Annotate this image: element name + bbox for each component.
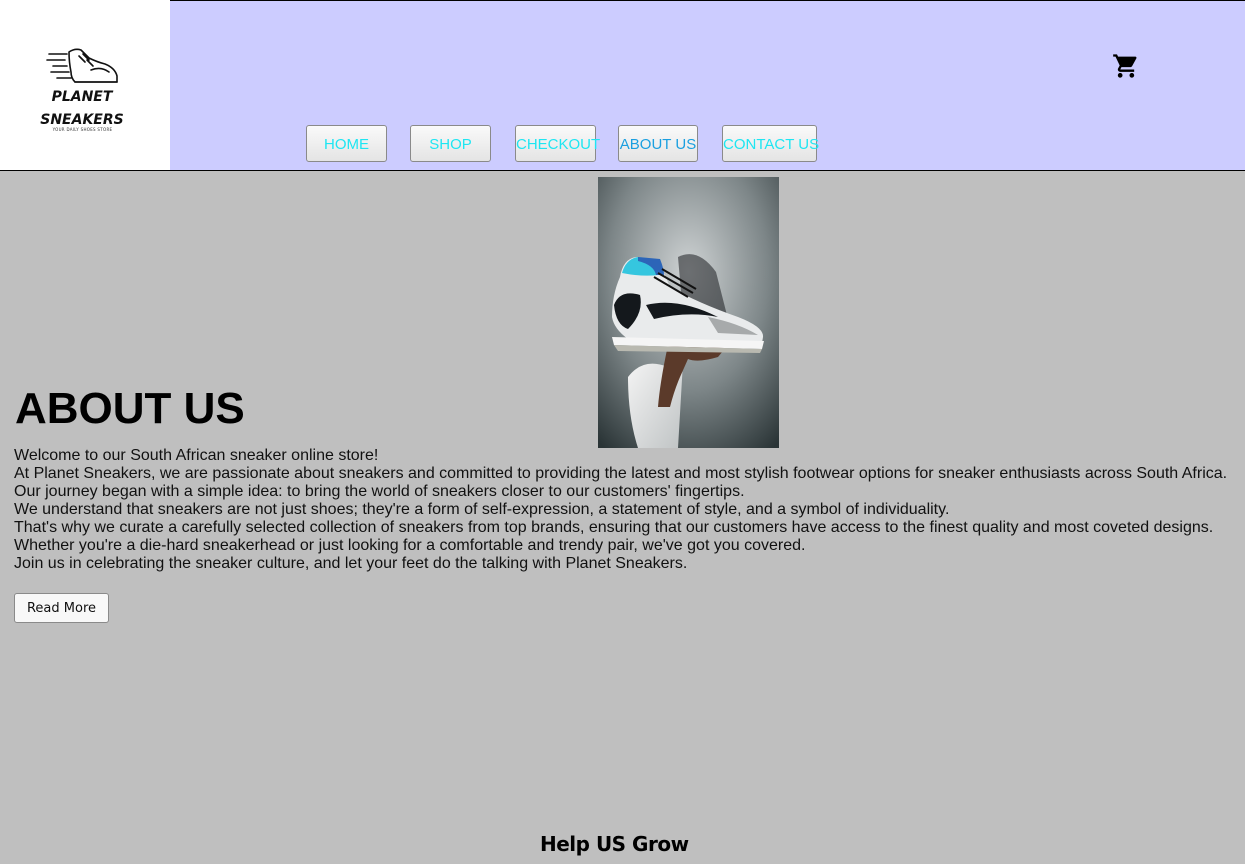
read-more-button[interactable]: Read More — [14, 593, 109, 623]
nav-checkout-button[interactable]: CHECKOUT — [515, 125, 600, 162]
page-title: ABOUT US — [15, 384, 245, 433]
shopping-cart-icon[interactable] — [1112, 52, 1140, 80]
about-paragraph: We understand that sneakers are not just… — [14, 501, 950, 518]
about-paragraph: That's why we curate a carefully selecte… — [14, 519, 1214, 536]
nav-home-button[interactable]: HOME — [306, 125, 387, 162]
help-us-grow-heading: Help US Grow — [540, 832, 689, 856]
sneaker-logo-icon — [46, 48, 118, 83]
nav-about-us-button[interactable]: ABOUT US — [618, 125, 698, 162]
about-paragraph: Our journey began with a simple idea: to… — [14, 483, 745, 500]
about-paragraph: At Planet Sneakers, we are passionate ab… — [14, 465, 1228, 482]
logo[interactable]: PLANET SNEAKERS YOUR DAILY SHOES STORE — [0, 0, 170, 170]
about-paragraph: Join us in celebrating the sneaker cultu… — [14, 555, 688, 572]
about-paragraph: Welcome to our South African sneaker onl… — [14, 447, 379, 464]
logo-tagline: YOUR DAILY SHOES STORE — [52, 127, 113, 132]
about-text: Welcome to our South African sneaker onl… — [14, 447, 1245, 573]
about-paragraph: Whether you're a die-hard sneakerhead or… — [14, 537, 806, 554]
nav-contact-us-button[interactable]: CONTACT US — [722, 125, 819, 162]
nav-shop-button[interactable]: SHOP — [410, 125, 491, 162]
site-header: PLANET SNEAKERS YOUR DAILY SHOES STORE H… — [0, 0, 1245, 171]
logo-text-line1: PLANET — [51, 89, 113, 105]
sneaker-in-hand-photo — [598, 177, 779, 448]
logo-text-line2: SNEAKERS — [40, 112, 124, 128]
